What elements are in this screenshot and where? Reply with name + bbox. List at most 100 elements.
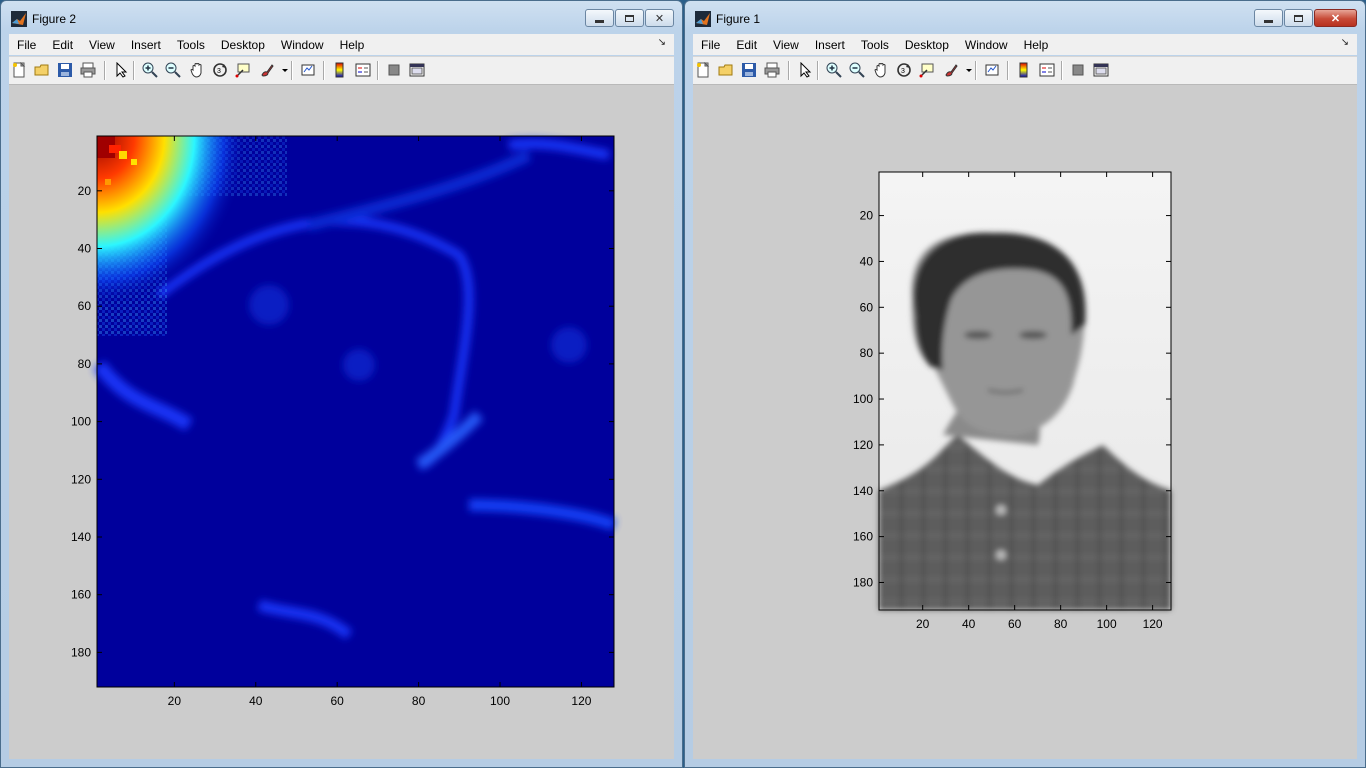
- pan-hand-icon[interactable]: [189, 62, 205, 78]
- menu-tools[interactable]: Tools: [169, 38, 213, 52]
- toolbar-separator: [1007, 61, 1009, 80]
- colorbar-icon[interactable]: [332, 62, 348, 78]
- pan-hand-icon[interactable]: [873, 62, 889, 78]
- menu-insert[interactable]: Insert: [123, 38, 169, 52]
- y-tick-label: 20: [860, 209, 874, 223]
- menu-file[interactable]: File: [9, 38, 44, 52]
- x-tick-label: 20: [168, 694, 182, 708]
- link-plot-icon[interactable]: [984, 62, 1000, 78]
- axes-figure-2[interactable]: 20 40 60 80 100 120 20 40 60 80 100 120 140 160 180: [9, 85, 676, 761]
- matlab-logo-icon: [11, 11, 27, 27]
- close-button[interactable]: ✕: [645, 9, 674, 27]
- x-tick-label: 100: [490, 694, 510, 708]
- menu-file[interactable]: File: [693, 38, 728, 52]
- toolbar-separator: [133, 61, 135, 80]
- menu-view[interactable]: View: [81, 38, 123, 52]
- save-icon[interactable]: [57, 62, 73, 78]
- y-tick-label: 80: [860, 346, 874, 360]
- maximize-button[interactable]: [615, 9, 644, 27]
- select-arrow-icon[interactable]: [113, 62, 129, 78]
- y-tick-label: 100: [71, 415, 91, 429]
- maximize-icon: [625, 14, 634, 22]
- title-bar[interactable]: Figure 2 ✕: [1, 1, 682, 34]
- title-bar[interactable]: Figure 1 ✕: [685, 1, 1365, 34]
- rotate-3d-icon[interactable]: 3: [212, 62, 228, 78]
- data-cursor-icon[interactable]: [235, 62, 251, 78]
- menu-tools[interactable]: Tools: [853, 38, 897, 52]
- menu-edit[interactable]: Edit: [728, 38, 765, 52]
- toolbar-separator: [1061, 61, 1063, 80]
- figure-toolbar: 3: [693, 56, 1357, 85]
- x-tick-label: 20: [916, 617, 930, 631]
- y-tick-label: 20: [78, 184, 92, 198]
- y-tick-label: 180: [853, 575, 873, 589]
- minimize-icon: [1264, 19, 1273, 23]
- open-file-icon[interactable]: [718, 62, 734, 78]
- jet-image: [93, 136, 617, 687]
- maximize-button[interactable]: [1284, 9, 1313, 27]
- brush-icon[interactable]: [259, 62, 275, 78]
- hide-plot-tools-icon[interactable]: [1070, 62, 1086, 78]
- y-tick-label: 160: [853, 530, 873, 544]
- brush-icon[interactable]: [943, 62, 959, 78]
- brush-dropdown-icon[interactable]: [961, 62, 972, 78]
- minimize-button[interactable]: [585, 9, 614, 27]
- link-plot-icon[interactable]: [300, 62, 316, 78]
- save-icon[interactable]: [741, 62, 757, 78]
- menu-bar: File Edit View Insert Tools Desktop Wind…: [9, 34, 674, 55]
- brush-dropdown-icon[interactable]: [277, 62, 288, 78]
- menu-bar: File Edit View Insert Tools Desktop Wind…: [693, 34, 1357, 55]
- menu-insert[interactable]: Insert: [807, 38, 853, 52]
- hide-plot-tools-icon[interactable]: [386, 62, 402, 78]
- y-tick-label: 160: [71, 588, 91, 602]
- menu-help[interactable]: Help: [1016, 38, 1057, 52]
- y-tick-label: 140: [853, 484, 873, 498]
- show-plot-tools-icon[interactable]: [1093, 62, 1109, 78]
- menu-edit[interactable]: Edit: [44, 38, 81, 52]
- new-figure-icon[interactable]: [11, 62, 27, 78]
- open-file-icon[interactable]: [34, 62, 50, 78]
- toolbar-separator: [323, 61, 325, 80]
- menu-help[interactable]: Help: [332, 38, 373, 52]
- rotate-3d-icon[interactable]: 3: [896, 62, 912, 78]
- window-title: Figure 1: [716, 12, 761, 26]
- data-cursor-icon[interactable]: [919, 62, 935, 78]
- x-tick-label: 80: [412, 694, 426, 708]
- menu-desktop[interactable]: Desktop: [213, 38, 273, 52]
- y-tick-label: 40: [860, 254, 874, 268]
- x-tick-label: 120: [1143, 617, 1163, 631]
- new-figure-icon[interactable]: [695, 62, 711, 78]
- minimize-icon: [595, 19, 604, 23]
- zoom-out-icon[interactable]: [165, 62, 181, 78]
- figure-canvas: 20 40 60 80 100 120 20 40 60 80 100 120 140 160 180: [9, 85, 674, 759]
- menu-view[interactable]: View: [765, 38, 807, 52]
- menu-window[interactable]: Window: [957, 38, 1016, 52]
- minimize-button[interactable]: [1254, 9, 1283, 27]
- zoom-in-icon[interactable]: [826, 62, 842, 78]
- show-plot-tools-icon[interactable]: [409, 62, 425, 78]
- figure-toolbar: 3: [9, 56, 674, 85]
- legend-icon[interactable]: [1039, 62, 1055, 78]
- y-tick-label: 60: [860, 300, 874, 314]
- dock-arrow-icon[interactable]: ↘: [658, 37, 666, 48]
- print-icon[interactable]: [80, 62, 96, 78]
- window-title: Figure 2: [32, 12, 77, 26]
- menu-window[interactable]: Window: [273, 38, 332, 52]
- colorbar-icon[interactable]: [1016, 62, 1032, 78]
- y-tick-label: 120: [853, 438, 873, 452]
- legend-icon[interactable]: [355, 62, 371, 78]
- close-icon: ✕: [1330, 12, 1341, 25]
- menu-desktop[interactable]: Desktop: [897, 38, 957, 52]
- y-tick-label: 180: [71, 645, 91, 659]
- figure-1-window[interactable]: Figure 1 ✕ File Edit View Insert Tools D…: [684, 0, 1366, 768]
- figure-2-window[interactable]: Figure 2 ✕ File Edit View Insert Tools D…: [0, 0, 683, 768]
- matlab-logo-icon: [695, 11, 711, 27]
- close-button[interactable]: ✕: [1314, 9, 1357, 27]
- zoom-in-icon[interactable]: [142, 62, 158, 78]
- zoom-out-icon[interactable]: [849, 62, 865, 78]
- x-tick-label: 60: [1008, 617, 1022, 631]
- dock-arrow-icon[interactable]: ↘: [1341, 37, 1349, 48]
- print-icon[interactable]: [764, 62, 780, 78]
- select-arrow-icon[interactable]: [797, 62, 813, 78]
- axes-figure-1[interactable]: 20 40 60 80 100 120 20 40 60 80 100 120 140 160 180: [693, 85, 1359, 761]
